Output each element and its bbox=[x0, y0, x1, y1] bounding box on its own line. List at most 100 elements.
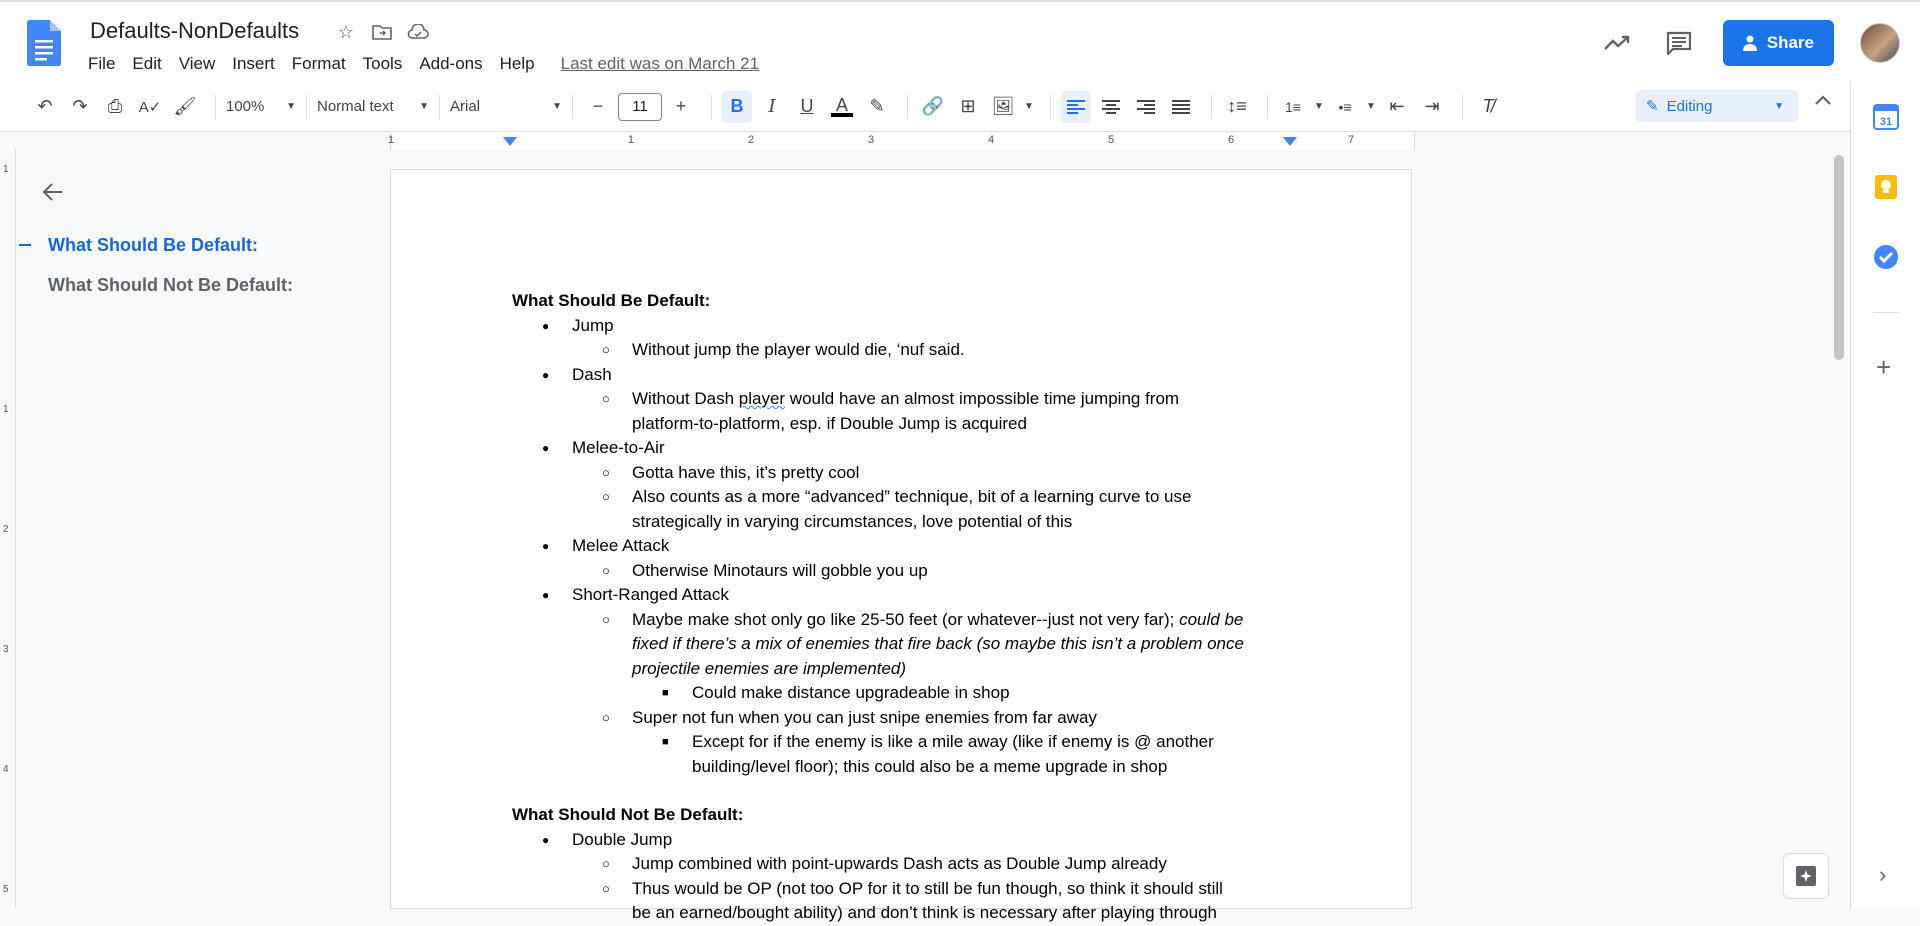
star-icon[interactable]: ☆ bbox=[334, 20, 358, 44]
outline-item-not-default[interactable]: What Should Not Be Default: bbox=[48, 275, 293, 296]
ruler-mark: 3 bbox=[3, 644, 9, 655]
text-run-italic: fixed if there’s a mix of enemies that f… bbox=[632, 634, 1244, 653]
editing-mode-label: Editing bbox=[1666, 97, 1713, 115]
ruler-mark: 3 bbox=[868, 134, 875, 146]
menu-tools[interactable]: Tools bbox=[363, 54, 403, 74]
insert-image-icon[interactable]: 🖼 bbox=[988, 91, 1018, 123]
scrollbar[interactable] bbox=[1834, 155, 1844, 360]
clear-formatting-icon[interactable]: T̸ bbox=[1473, 91, 1503, 123]
ruler-mark: 2 bbox=[748, 134, 755, 146]
menu-view[interactable]: View bbox=[179, 54, 216, 74]
share-button[interactable]: Share bbox=[1722, 20, 1834, 66]
bold-icon[interactable]: B bbox=[722, 90, 752, 123]
back-arrow-icon[interactable] bbox=[42, 182, 64, 207]
avatar[interactable] bbox=[1860, 23, 1900, 63]
align-right-icon[interactable] bbox=[1131, 91, 1161, 123]
align-left-icon[interactable] bbox=[1061, 90, 1091, 123]
collapse-menus-icon[interactable] bbox=[1815, 92, 1831, 110]
outline-active-marker bbox=[19, 244, 31, 246]
spellcheck-icon[interactable]: A✓ bbox=[135, 91, 165, 123]
line-spacing-icon[interactable]: ↕≡ bbox=[1222, 91, 1252, 123]
outline-item-default[interactable]: What Should Be Default: bbox=[48, 235, 258, 256]
move-folder-icon[interactable] bbox=[370, 20, 394, 44]
docs-logo-icon[interactable] bbox=[27, 20, 61, 66]
undo-icon[interactable]: ↶ bbox=[30, 91, 60, 123]
justify-icon[interactable] bbox=[1166, 91, 1196, 123]
font-value: Arial bbox=[450, 98, 481, 115]
text-color-icon[interactable]: A bbox=[827, 91, 857, 123]
text-run: Maybe make shot only go like 25-50 feet … bbox=[632, 609, 1180, 629]
paint-format-icon[interactable]: 🖌 bbox=[170, 91, 200, 123]
ruler-mark: 6 bbox=[1228, 134, 1235, 146]
font-select[interactable]: Arial ▼ bbox=[450, 98, 562, 115]
menu-addons[interactable]: Add-ons bbox=[419, 54, 482, 74]
editing-mode-select[interactable]: ✎ Editing ▼ bbox=[1636, 90, 1798, 122]
chevron-down-icon: ▼ bbox=[1774, 100, 1784, 112]
menu-format[interactable]: Format bbox=[292, 54, 346, 74]
ruler-mark: 4 bbox=[3, 764, 9, 775]
formatting-toolbar: ↶ ↷ ⎙ A✓ 🖌 100% ▼ Normal text ▼ Arial ▼ − 1… bbox=[0, 82, 1850, 132]
align-center-icon[interactable] bbox=[1096, 91, 1126, 123]
calendar-icon[interactable]: 31 bbox=[1873, 104, 1899, 130]
chevron-down-icon: ▼ bbox=[286, 101, 296, 112]
bulleted-list-icon[interactable]: •≡ bbox=[1330, 91, 1360, 123]
text-run: would have an almost impossible time jum… bbox=[785, 389, 1180, 408]
ruler-text-area: 1 1 2 3 4 5 6 7 bbox=[388, 132, 1415, 150]
zoom-select[interactable]: 100% ▼ bbox=[226, 98, 296, 115]
document-body[interactable]: What Should Be Default: Jump Without jum… bbox=[512, 289, 1312, 926]
keep-icon[interactable] bbox=[1873, 174, 1899, 200]
menu-edit[interactable]: Edit bbox=[132, 54, 161, 74]
list-item: Thus would be OP (not too OP for it to s… bbox=[512, 877, 1312, 926]
text-run: Except for if the enemy is like a mile a… bbox=[692, 732, 1214, 751]
numbered-list-icon[interactable]: 1≡ bbox=[1278, 91, 1308, 123]
list-item: Melee-to-Air bbox=[512, 436, 1312, 461]
activity-trend-icon[interactable] bbox=[1597, 23, 1637, 63]
cloud-status-icon[interactable] bbox=[406, 20, 430, 44]
divider bbox=[1873, 312, 1899, 313]
print-icon[interactable]: ⎙ bbox=[100, 91, 130, 123]
ruler-mark: 1 bbox=[628, 134, 635, 146]
text-run-italic: projectile enemies are implemented) bbox=[632, 658, 907, 678]
left-indent-marker[interactable] bbox=[503, 137, 517, 146]
explore-button[interactable] bbox=[1783, 853, 1829, 899]
last-edit-link[interactable]: Last edit was on March 21 bbox=[561, 54, 759, 74]
list-item: Maybe make shot only go like 25-50 feet … bbox=[512, 608, 1312, 682]
chevron-right-icon[interactable]: › bbox=[1879, 862, 1886, 888]
heading-not-default: What Should Not Be Default: bbox=[512, 805, 744, 824]
list-item: Short-Ranged Attack bbox=[512, 583, 1312, 608]
tasks-icon[interactable] bbox=[1873, 244, 1899, 270]
redo-icon[interactable]: ↷ bbox=[65, 91, 95, 123]
style-select[interactable]: Normal text ▼ bbox=[317, 98, 429, 115]
chevron-down-icon[interactable]: ▼ bbox=[1313, 91, 1325, 123]
menu-insert[interactable]: Insert bbox=[232, 54, 275, 74]
ruler-mark: 5 bbox=[3, 884, 9, 895]
increase-indent-icon[interactable]: ⇥ bbox=[1417, 91, 1447, 123]
spellcheck-word[interactable]: player bbox=[739, 389, 785, 408]
text-run: Also counts as a more “advanced” techniq… bbox=[632, 487, 1192, 506]
underline-icon[interactable]: U bbox=[792, 91, 822, 123]
menu-help[interactable]: Help bbox=[500, 54, 535, 74]
document-title[interactable]: Defaults-NonDefaults bbox=[90, 18, 299, 44]
decrease-indent-icon[interactable]: ⇤ bbox=[1382, 91, 1412, 123]
italic-icon[interactable]: I bbox=[757, 91, 787, 123]
share-label: Share bbox=[1766, 33, 1814, 52]
insert-link-icon[interactable]: 🔗 bbox=[918, 91, 948, 123]
chevron-down-icon[interactable]: ▼ bbox=[1365, 91, 1377, 123]
add-addon-icon[interactable]: + bbox=[1876, 352, 1891, 383]
comments-icon[interactable] bbox=[1659, 23, 1699, 63]
increase-font-size-icon[interactable]: + bbox=[666, 91, 696, 123]
menu-bar: File Edit View Insert Format Tools Add-o… bbox=[88, 54, 776, 74]
highlight-color-icon[interactable]: ✎ bbox=[862, 91, 892, 123]
decrease-font-size-icon[interactable]: − bbox=[583, 91, 613, 123]
font-size-input[interactable]: 11 bbox=[618, 92, 662, 121]
svg-text:31: 31 bbox=[1880, 116, 1892, 128]
text-run: platform-to-platform, esp. if Double Jum… bbox=[632, 413, 1027, 433]
ruler-mark: 7 bbox=[1348, 134, 1355, 146]
chevron-down-icon: ▼ bbox=[552, 101, 562, 112]
right-indent-marker[interactable] bbox=[1283, 137, 1297, 146]
style-value: Normal text bbox=[317, 98, 394, 115]
menu-file[interactable]: File bbox=[88, 54, 115, 74]
document-page[interactable]: What Should Be Default: Jump Without jum… bbox=[390, 169, 1412, 922]
chevron-down-icon[interactable]: ▼ bbox=[1023, 91, 1035, 123]
add-comment-icon[interactable]: ⊞ bbox=[953, 91, 983, 123]
